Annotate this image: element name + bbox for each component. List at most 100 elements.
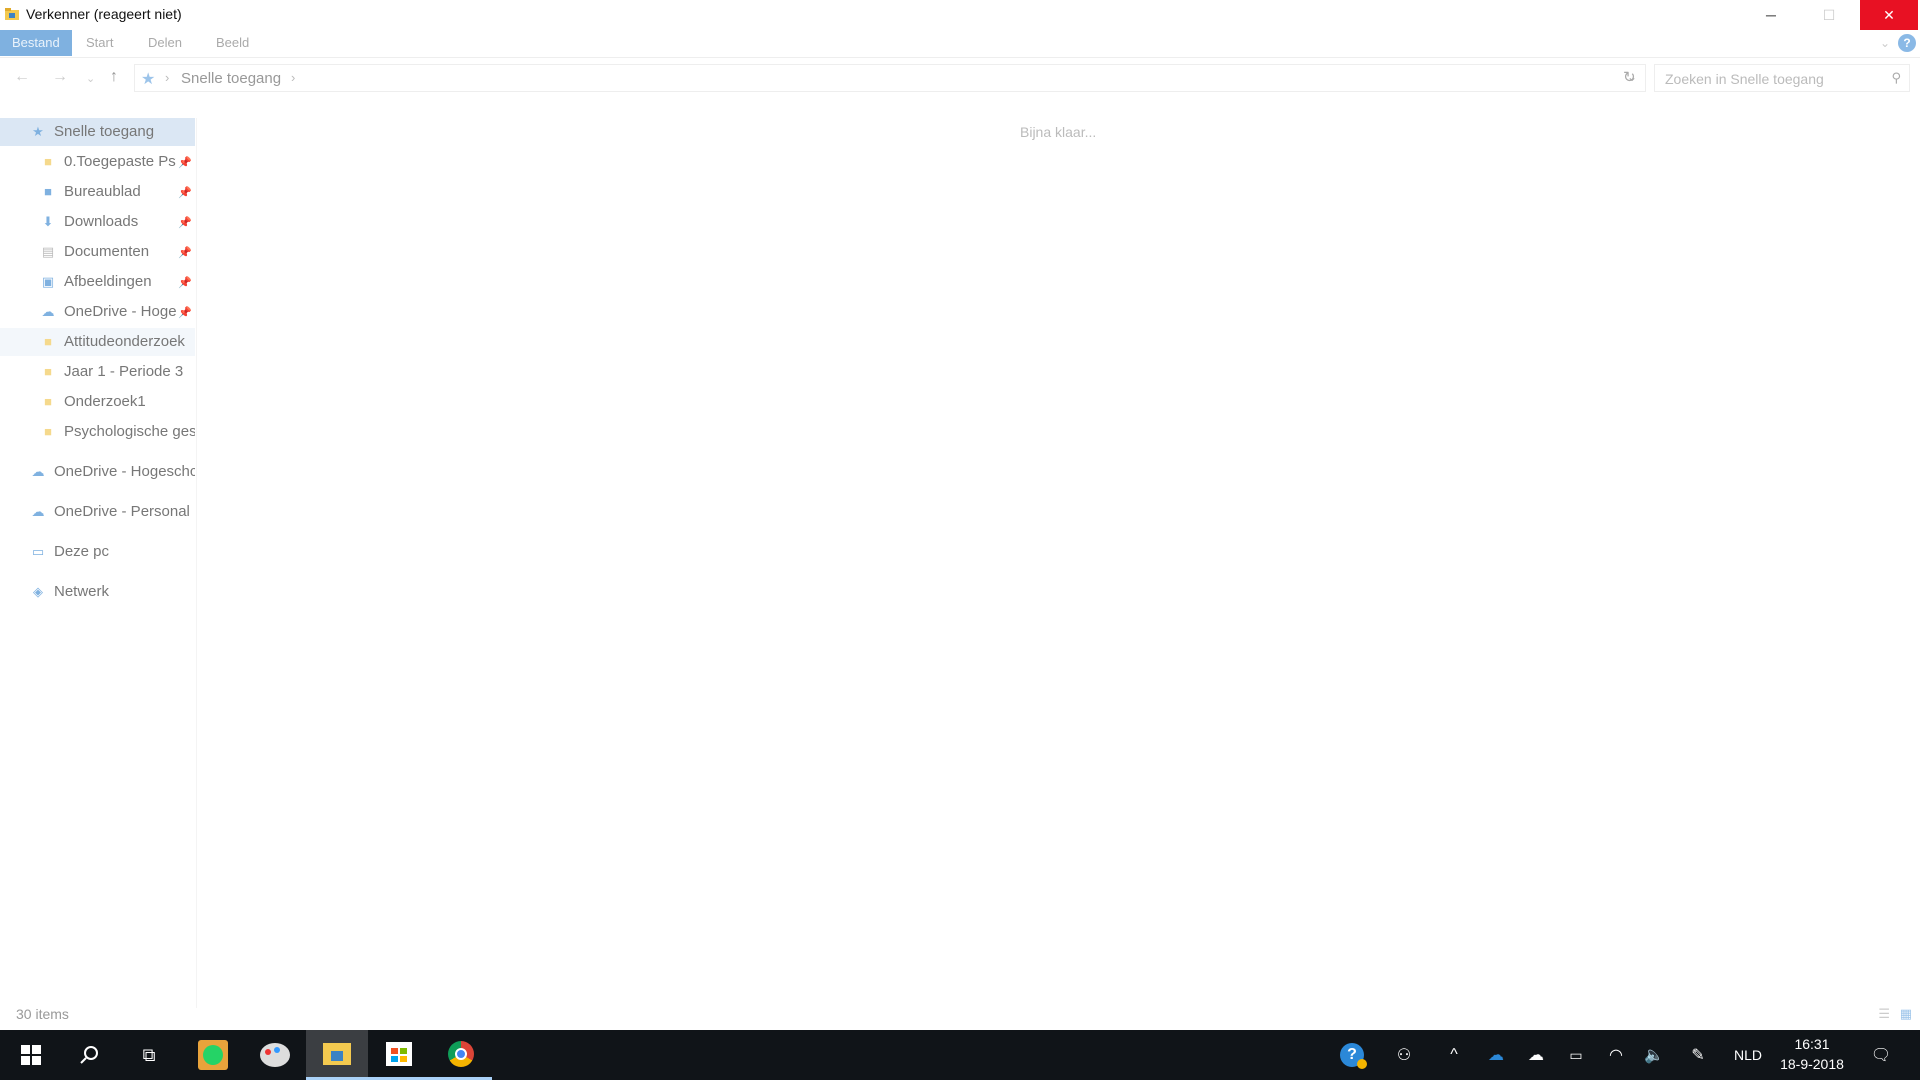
nav-label: Bureaublad — [64, 183, 141, 200]
help-tray-icon[interactable]: ? — [1336, 1030, 1368, 1080]
search-taskbar-icon[interactable] — [58, 1030, 120, 1080]
quick-access-star-icon: ★ — [32, 124, 44, 139]
store-taskbar-icon[interactable] — [368, 1030, 430, 1080]
nav-label: Snelle toegang — [54, 123, 155, 140]
tab-start[interactable]: Start — [74, 30, 125, 56]
show-hidden-icons-chevron-icon[interactable]: ^ — [1440, 1030, 1468, 1080]
refresh-icon[interactable]: ↻ — [1623, 68, 1636, 86]
onedrive-icon: ☁ — [31, 504, 45, 519]
nav-item-bureaublad[interactable]: ■ Bureaublad — [0, 178, 176, 206]
pin-icon[interactable]: 📌 — [178, 276, 192, 289]
back-arrow-icon[interactable]: ← — [14, 68, 30, 86]
onedrive-personal-icon[interactable]: ☁ — [1522, 1030, 1550, 1080]
minimize-button[interactable]: ─ — [1742, 0, 1800, 30]
breadcrumb-separator-icon[interactable]: › — [291, 70, 295, 85]
nav-item-attitudeonderzoek[interactable]: ■ Attitudeonderzoek — [0, 328, 195, 356]
forward-arrow-icon[interactable]: → — [52, 68, 68, 86]
date: 18-9-2018 — [1780, 1056, 1844, 1072]
nav-label: Deze pc — [54, 543, 110, 560]
windows-logo-icon — [21, 1045, 41, 1065]
navigation-pane: ★ Snelle toegang ■ 0.Toegepaste Psy 📌 ■ Bur… — [0, 118, 196, 1008]
folder-icon: ■ — [44, 154, 52, 169]
nav-netwerk[interactable]: ◈ Netwerk — [0, 578, 195, 606]
search-box[interactable]: Zoeken in Snelle toegang ⚲ — [1654, 64, 1910, 92]
help-icon[interactable]: ? — [1898, 34, 1916, 52]
tab-bestand[interactable]: Bestand — [0, 30, 72, 56]
chrome-taskbar-icon[interactable] — [430, 1030, 492, 1080]
file-explorer-taskbar-icon[interactable] — [306, 1030, 368, 1080]
start-button[interactable] — [0, 1030, 62, 1080]
nav-quick-access[interactable]: ★ Snelle toegang — [0, 118, 195, 146]
nav-item-onedrive-hoge[interactable]: ☁ OneDrive - Hoge — [0, 298, 177, 326]
nav-label: OneDrive - Personal — [54, 503, 190, 520]
onedrive-icon: ☁ — [31, 464, 45, 479]
view-toggle: ☰ ▦ — [1878, 1006, 1912, 1022]
tab-beeld[interactable]: Beeld — [204, 30, 261, 56]
nav-onedrive-personal[interactable]: ☁ OneDrive - Personal — [0, 498, 195, 526]
nav-item-afbeeldingen[interactable]: ▣ Afbeeldingen — [0, 268, 176, 296]
nav-item-downloads[interactable]: ⬇ Downloads — [0, 208, 176, 236]
battery-icon[interactable]: ▭ — [1562, 1030, 1590, 1080]
nav-label: 0.Toegepaste Psy — [64, 153, 176, 170]
wifi-icon[interactable]: ◠ — [1602, 1030, 1630, 1080]
pane-divider[interactable] — [196, 118, 197, 1008]
nav-label: OneDrive - Hogeschc — [54, 463, 195, 480]
magnifier-icon — [80, 1046, 98, 1064]
up-arrow-icon[interactable]: ↑ — [110, 68, 118, 86]
taskbar: ⧉ ? ⚇ ^ ☁ ☁ ▭ ◠ 🔈 ✎ NLD 16:31 18-9-2018 … — [0, 1030, 1920, 1080]
nav-label: Attitudeonderzoek — [64, 333, 185, 350]
nav-label: OneDrive - Hoge — [64, 303, 176, 320]
computer-icon: ▭ — [31, 544, 45, 559]
breadcrumb-separator-icon[interactable]: › — [165, 70, 169, 85]
nav-item-documenten[interactable]: ▤ Documenten — [0, 238, 176, 266]
breadcrumb-path[interactable]: Snelle toegang — [181, 70, 281, 87]
details-view-icon[interactable]: ☰ — [1878, 1006, 1890, 1021]
nav-label: Psychologische gesp — [64, 423, 195, 440]
address-bar[interactable]: ★ › Snelle toegang › ⌄ — [134, 64, 1646, 92]
nav-label: Onderzoek1 — [64, 393, 146, 410]
people-icon[interactable]: ⚇ — [1390, 1030, 1418, 1080]
task-view-icon[interactable]: ⧉ — [118, 1030, 180, 1080]
nav-item-toegepaste[interactable]: ■ 0.Toegepaste Psy — [0, 148, 176, 176]
clock[interactable]: 16:31 18-9-2018 — [1770, 1034, 1854, 1074]
nav-item-onderzoek1[interactable]: ■ Onderzoek1 — [0, 388, 195, 416]
language-indicator[interactable]: NLD — [1728, 1030, 1768, 1080]
pen-workspace-icon[interactable]: ✎ — [1684, 1030, 1712, 1080]
large-icons-view-icon[interactable]: ▦ — [1900, 1006, 1912, 1021]
window-title: Verkenner (reageert niet) — [26, 6, 182, 22]
documents-folder-icon: ▤ — [41, 244, 55, 259]
nav-label: Netwerk — [54, 583, 110, 600]
pin-icon[interactable]: 📌 — [178, 246, 192, 259]
onedrive-icon: ☁ — [41, 304, 55, 319]
paint-taskbar-icon[interactable] — [244, 1030, 306, 1080]
ribbon-tabs: Bestand Start Delen Beeld ⌄ ? — [0, 30, 1920, 58]
whatsapp-taskbar-icon[interactable] — [182, 1030, 244, 1080]
recent-locations-chevron-icon[interactable]: ⌄ — [86, 72, 95, 85]
search-icon: ⚲ — [1891, 70, 1901, 85]
nav-label: Jaar 1 - Periode 3 — [64, 363, 184, 380]
action-center-icon[interactable]: 🗨 — [1864, 1030, 1898, 1080]
nav-onedrive-hogeschool[interactable]: ☁ OneDrive - Hogeschc — [0, 458, 196, 486]
pin-icon[interactable]: 📌 — [178, 186, 192, 199]
onedrive-business-icon[interactable]: ☁ — [1482, 1030, 1510, 1080]
network-icon: ◈ — [33, 584, 43, 599]
pin-icon[interactable]: 📌 — [178, 216, 192, 229]
nav-deze-pc[interactable]: ▭ Deze pc — [0, 538, 195, 566]
pin-icon[interactable]: 📌 — [178, 306, 192, 319]
close-button[interactable]: ✕ — [1860, 0, 1918, 30]
pin-icon[interactable]: 📌 — [178, 156, 192, 169]
quick-access-star-icon: ★ — [141, 71, 156, 88]
loading-message: Bijna klaar... — [1020, 124, 1097, 140]
search-input[interactable]: Zoeken in Snelle toegang — [1665, 71, 1824, 87]
expand-ribbon-chevron-icon[interactable]: ⌄ — [1880, 36, 1890, 50]
folder-icon: ■ — [44, 364, 52, 379]
nav-label: Documenten — [64, 243, 150, 260]
downloads-folder-icon: ⬇ — [42, 214, 54, 229]
nav-item-psychologische[interactable]: ■ Psychologische gesp — [0, 418, 195, 446]
maximize-button[interactable]: ☐ — [1800, 0, 1858, 30]
volume-icon[interactable]: 🔈 — [1640, 1030, 1668, 1080]
nav-item-jaar1-periode3[interactable]: ■ Jaar 1 - Periode 3 — [0, 358, 195, 386]
tab-delen[interactable]: Delen — [136, 30, 194, 56]
time: 16:31 — [1794, 1036, 1830, 1052]
title-bar: Verkenner (reageert niet) ─ ☐ ✕ — [0, 0, 1920, 30]
